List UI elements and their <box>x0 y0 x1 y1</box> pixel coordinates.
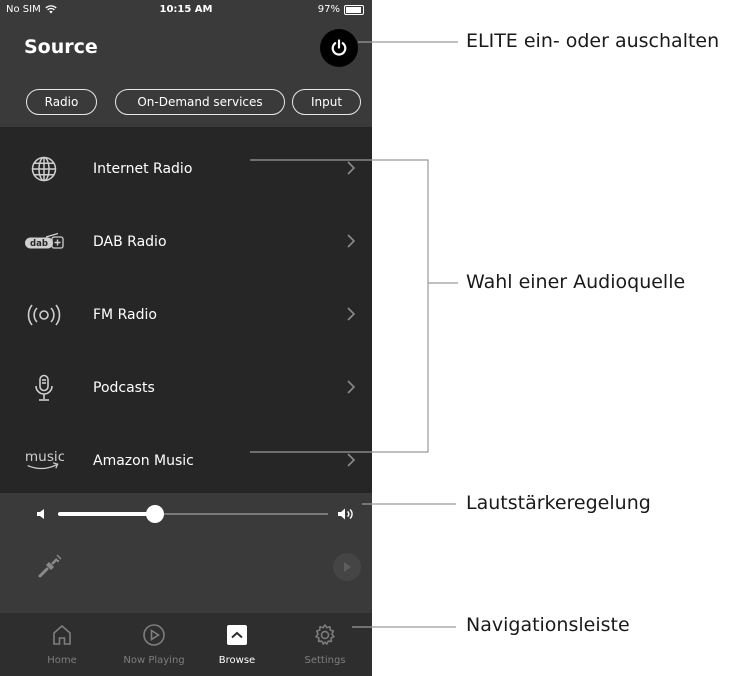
annotation-lines <box>250 41 458 628</box>
annotation-power: ELITE ein- oder auschalten <box>466 30 720 52</box>
annotation-source-select: Wahl einer Audioquelle <box>466 271 686 293</box>
annotation-volume: Lautstärkeregelung <box>466 492 651 514</box>
annotation-navigation: Navigationsleiste <box>466 614 630 636</box>
